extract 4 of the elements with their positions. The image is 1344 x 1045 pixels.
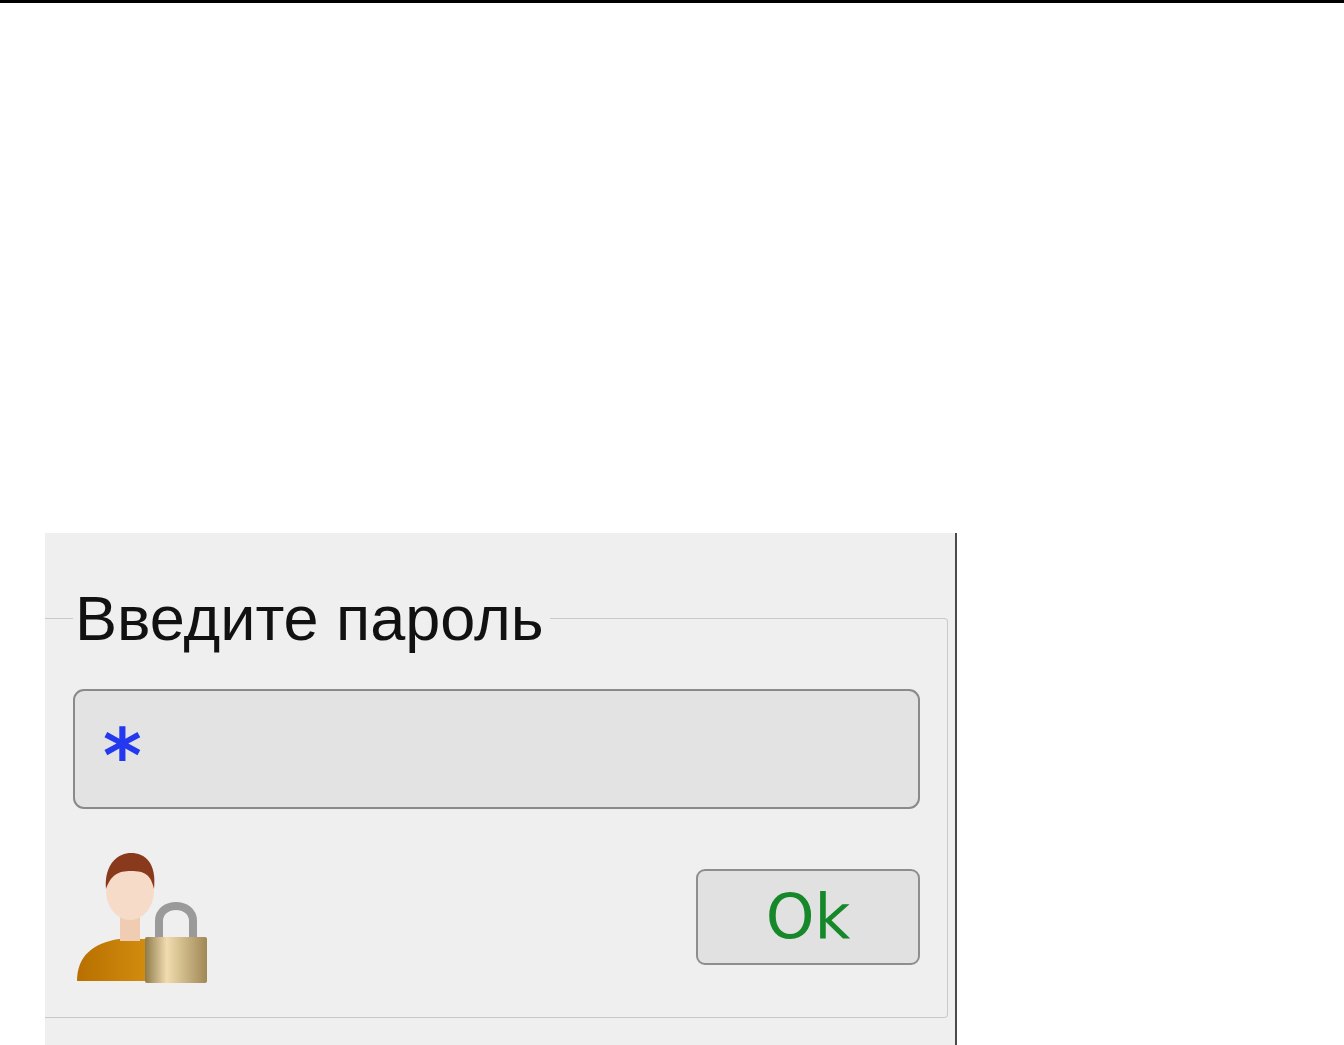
- user-lock-icon: [75, 851, 209, 985]
- password-field[interactable]: *: [73, 689, 920, 809]
- ok-button[interactable]: Ok: [696, 869, 920, 965]
- group-title: Введите пароль: [74, 585, 545, 651]
